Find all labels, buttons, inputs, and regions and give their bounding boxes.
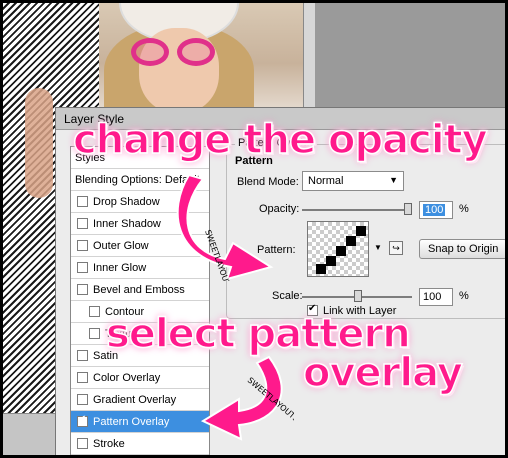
- scale-input[interactable]: 100: [419, 288, 453, 306]
- style-item-label: Gradient Overlay: [93, 394, 177, 406]
- style-item-gradient-overlay[interactable]: Gradient Overlay: [71, 389, 209, 411]
- style-checkbox[interactable]: [89, 306, 100, 317]
- annotation-overlay: overlay: [302, 349, 463, 397]
- pattern-swatch[interactable]: [307, 221, 369, 277]
- pattern-picker-chevron-icon[interactable]: ▼: [374, 243, 382, 252]
- canvas-photo: [99, 3, 304, 113]
- style-item-label: Stroke: [93, 438, 125, 450]
- style-checkbox[interactable]: [77, 414, 88, 427]
- blend-mode-select[interactable]: Normal ▼: [302, 171, 404, 191]
- style-checkbox[interactable]: [77, 394, 88, 405]
- scale-value: 100: [423, 291, 442, 303]
- style-checkbox[interactable]: [77, 284, 88, 295]
- opacity-value: 100: [423, 204, 446, 216]
- style-item-label: Bevel and Emboss: [93, 284, 185, 296]
- swatch-square: [326, 256, 336, 266]
- annotation-change-opacity: change the opacity: [72, 116, 488, 164]
- style-checkbox[interactable]: [77, 196, 88, 207]
- style-item-label: Color Overlay: [93, 372, 161, 384]
- swatch-square: [316, 264, 326, 274]
- style-checkbox[interactable]: [77, 262, 88, 273]
- style-item-color-overlay[interactable]: Color Overlay: [71, 367, 209, 389]
- style-item-label: Outer Glow: [93, 240, 149, 252]
- style-checkbox[interactable]: [77, 438, 88, 449]
- style-item-bevel-and-emboss[interactable]: Bevel and Emboss: [71, 279, 209, 301]
- scale-percent: %: [459, 290, 469, 302]
- style-item-stroke[interactable]: Stroke: [71, 433, 209, 455]
- chevron-down-icon: ▼: [389, 175, 398, 185]
- style-item-label: Pattern Overlay: [93, 416, 170, 428]
- workspace-background: [308, 3, 505, 113]
- style-checkbox[interactable]: [77, 372, 88, 383]
- opacity-slider-thumb[interactable]: [404, 203, 412, 215]
- scale-slider-thumb[interactable]: [354, 290, 362, 302]
- swatch-square: [336, 246, 346, 256]
- document-scrollbar[interactable]: [303, 3, 315, 113]
- photo-hand: [25, 88, 53, 198]
- opacity-slider[interactable]: [302, 203, 412, 215]
- swatch-square: [346, 236, 356, 246]
- sunglasses-left-lens: [131, 38, 169, 66]
- style-item-label: Inner Glow: [93, 262, 147, 274]
- arrow-to-opacity: SWEETLAYOUTS.COM: [176, 173, 274, 281]
- style-item-label: Inner Shadow: [93, 218, 161, 230]
- scale-slider[interactable]: [302, 290, 412, 302]
- style-checkbox[interactable]: [77, 240, 88, 251]
- style-checkbox[interactable]: [77, 350, 88, 361]
- style-item-label: Drop Shadow: [93, 196, 160, 208]
- style-item-pattern-overlay[interactable]: Pattern Overlay: [71, 411, 209, 433]
- arrow-to-pattern-overlay: SWEETLAYOUTS.COM: [200, 355, 294, 441]
- blend-mode-value: Normal: [308, 175, 344, 187]
- style-checkbox[interactable]: [77, 218, 88, 229]
- snap-to-origin-button[interactable]: Snap to Origin: [419, 239, 505, 259]
- swatch-square: [356, 226, 366, 236]
- style-checkbox[interactable]: [89, 328, 100, 339]
- status-bar: [3, 413, 55, 455]
- new-preset-icon[interactable]: ↪: [389, 241, 403, 255]
- sunglasses-right-lens: [177, 38, 215, 66]
- scale-label: Scale:: [272, 290, 303, 302]
- screenshot-frame: Layer Style Styles Blending Options: Def…: [0, 0, 508, 458]
- opacity-input[interactable]: 100: [419, 201, 453, 219]
- opacity-percent: %: [459, 203, 469, 215]
